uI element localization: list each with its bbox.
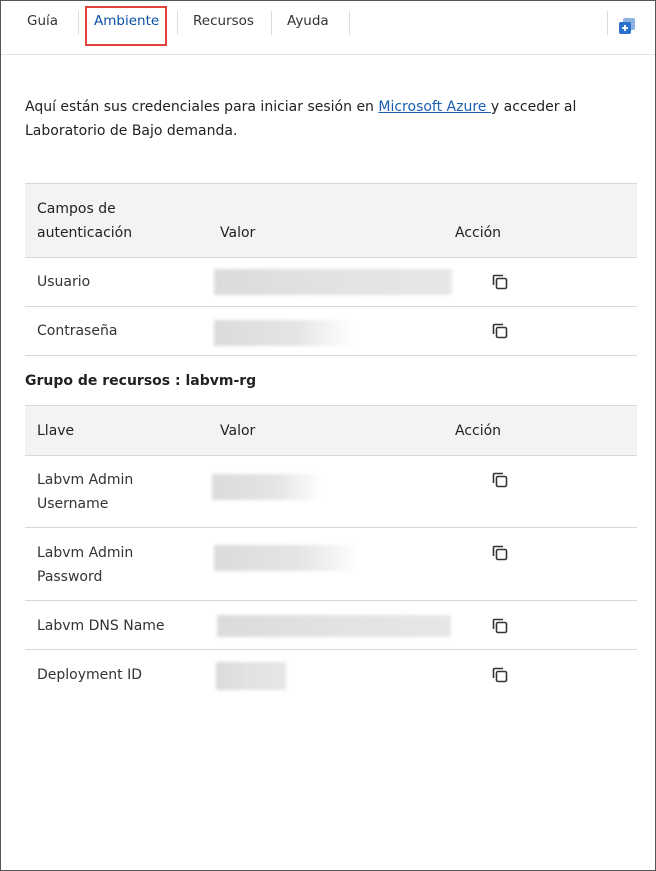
row-label-admin-password-line1: Labvm Admin — [37, 545, 134, 561]
table-row: Labvm Admin Password — [25, 528, 637, 601]
popout-icon[interactable] — [618, 17, 636, 35]
redacted-value — [214, 320, 354, 346]
header-fields-line2: autenticación — [37, 225, 133, 241]
tab-divider — [349, 11, 350, 35]
row-label-dns-name: Labvm DNS Name — [37, 618, 165, 634]
tab-guia[interactable]: Guía — [27, 13, 58, 29]
row-label-contrasena: Contraseña — [37, 323, 118, 339]
header-value: Valor — [220, 423, 256, 439]
active-tab-highlight — [85, 6, 167, 46]
table-header: Llave Valor Acción — [25, 405, 637, 456]
header-key: Llave — [37, 423, 75, 439]
header-value: Valor — [220, 225, 256, 241]
tab-divider — [177, 11, 178, 35]
table-row: Deployment ID — [25, 650, 637, 698]
lab-panel: Guía Ambiente Recursos Ayuda Aquí están … — [0, 0, 656, 871]
header-action: Acción — [455, 423, 502, 439]
copy-icon[interactable] — [491, 471, 509, 489]
copy-icon[interactable] — [491, 322, 509, 340]
copy-icon[interactable] — [491, 544, 509, 562]
copy-icon[interactable] — [491, 617, 509, 635]
header-action: Acción — [455, 225, 502, 241]
header-fields-line1: Campos de — [37, 201, 116, 217]
copy-icon[interactable] — [491, 666, 509, 684]
tab-divider — [271, 11, 272, 35]
table-row: Contraseña — [25, 306, 637, 356]
table-header: Campos de autenticación Valor Acción — [25, 183, 637, 258]
redacted-value — [214, 269, 452, 295]
resource-group-table: Llave Valor Acción Labvm Admin Username … — [25, 405, 637, 695]
intro-text-start: Aquí están sus credenciales para iniciar… — [25, 99, 379, 115]
copy-icon[interactable] — [491, 273, 509, 291]
row-label-deployment-id: Deployment ID — [37, 667, 142, 683]
tab-ayuda[interactable]: Ayuda — [287, 13, 329, 29]
table-row: Labvm DNS Name — [25, 601, 637, 650]
intro-text: Aquí están sus credenciales para iniciar… — [25, 95, 615, 143]
row-label-admin-username-line2: Username — [37, 496, 109, 512]
tab-bar: Guía Ambiente Recursos Ayuda — [1, 1, 655, 55]
redacted-value — [212, 474, 322, 500]
tab-divider — [607, 11, 608, 35]
table-row: Labvm Admin Username — [25, 455, 637, 528]
row-label-admin-username-line1: Labvm Admin — [37, 472, 134, 488]
table-row: Usuario — [25, 257, 637, 307]
redacted-value — [217, 615, 451, 637]
tab-recursos[interactable]: Recursos — [193, 13, 254, 29]
microsoft-azure-link[interactable]: Microsoft Azure — [378, 99, 490, 115]
redacted-value — [216, 662, 286, 690]
credentials-table: Campos de autenticación Valor Acción Usu… — [25, 183, 637, 356]
row-label-admin-password-line2: Password — [37, 569, 103, 585]
redacted-value — [214, 545, 360, 571]
row-label-usuario: Usuario — [37, 274, 91, 290]
resource-group-title: Grupo de recursos : labvm-rg — [25, 373, 257, 389]
tab-divider — [78, 11, 79, 35]
